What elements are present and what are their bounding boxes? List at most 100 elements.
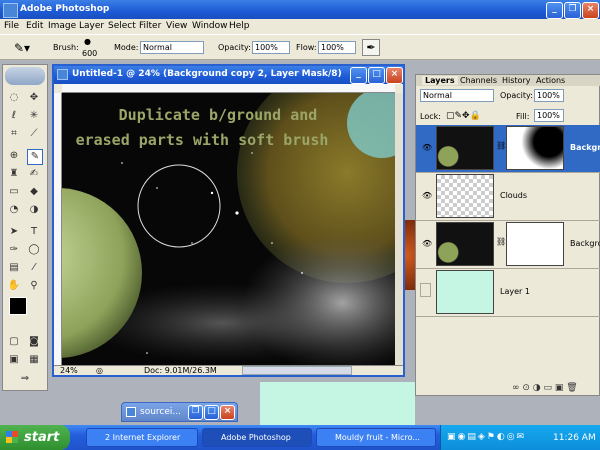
standard-mode-icon[interactable]: ▢: [7, 335, 21, 349]
menu-filter[interactable]: Filter: [139, 21, 161, 31]
min-close-button[interactable]: ×: [220, 405, 235, 420]
foreground-color-swatch[interactable]: [9, 297, 27, 315]
paint-bucket-icon[interactable]: ◆: [27, 185, 41, 199]
restore-button[interactable]: ❐: [564, 2, 581, 19]
canvas-artwork: Duplicate b/ground and erased parts with…: [62, 93, 395, 365]
quickmask-mode-icon[interactable]: ◙: [27, 335, 41, 349]
menu-help[interactable]: Help: [229, 21, 250, 31]
options-bar: ✎▾ Brush: ● 600 Mode: Normal Opacity: 10…: [0, 34, 600, 60]
layer-row-background-copy-2[interactable]: 👁 ⛓ Backgro: [416, 125, 600, 173]
brush-tool-icon[interactable]: ✎▾: [14, 41, 30, 55]
menu-window[interactable]: Window: [192, 21, 228, 31]
eyedropper-tool-icon[interactable]: ⁄: [27, 261, 41, 275]
eye-icon[interactable]: 👁: [422, 143, 432, 152]
eye-icon[interactable]: 👁: [422, 239, 432, 248]
history-brush-icon[interactable]: ✍: [27, 167, 41, 181]
layer-name: Backgro: [570, 239, 600, 248]
blur-tool-icon[interactable]: ◔: [7, 203, 21, 217]
menu-image[interactable]: Image: [48, 21, 76, 31]
start-button[interactable]: start: [0, 425, 70, 450]
min-maximize-button[interactable]: □: [204, 405, 219, 420]
airbrush-icon[interactable]: ✒: [362, 39, 380, 56]
type-tool-icon[interactable]: T: [27, 225, 41, 239]
menu-layer[interactable]: Layer: [79, 21, 104, 31]
link-icon[interactable]: ⛓: [496, 237, 506, 246]
screen-mode-2-icon[interactable]: ▦: [27, 353, 41, 367]
toolbox: ◌ ✥ ℓ ✳ ⌗ ⟋ ⊕ ✎ ♜ ✍ ▭ ◆ ◔ ◑ ➤ T ✑ ◯ ▤ ⁄ …: [2, 64, 48, 391]
close-button[interactable]: ×: [582, 2, 599, 19]
panel-tabs: Layers Channels History Actions: [416, 75, 600, 86]
tab-actions[interactable]: Actions: [536, 76, 565, 85]
layer-thumbnail: [436, 174, 494, 218]
layer-actions-bar[interactable]: ∞ ⊙ ◑ ▭ ▣ 🗑: [512, 383, 598, 395]
zoom-level[interactable]: 24%: [60, 366, 78, 375]
clock: 11:26 AM: [553, 433, 596, 443]
lock-icons[interactable]: ▢✎✥🔒: [446, 111, 481, 121]
hand-tool-icon[interactable]: ✋: [7, 279, 21, 293]
layer-mask-thumbnail: [506, 222, 564, 266]
jump-to-imageready-icon[interactable]: ⇒: [15, 372, 35, 386]
layer-thumbnail: [436, 270, 494, 314]
task-internet-explorer[interactable]: 2 Internet Explorer: [86, 428, 198, 447]
layer-opacity-input[interactable]: 100%: [534, 89, 564, 102]
link-icon[interactable]: ⛓: [496, 141, 506, 150]
blend-mode-value: Normal: [423, 91, 452, 100]
brush-dot-icon[interactable]: ●: [84, 37, 91, 46]
tab-history[interactable]: History: [502, 76, 530, 85]
doc-close-button[interactable]: ×: [386, 67, 403, 84]
tab-channels[interactable]: Channels: [460, 76, 497, 85]
brush-tool-selected-icon[interactable]: ✎: [27, 149, 43, 165]
notes-tool-icon[interactable]: ▤: [7, 261, 21, 275]
flow-input[interactable]: 100%: [318, 41, 356, 54]
layer-row-clouds[interactable]: 👁 Clouds: [416, 173, 600, 221]
dodge-tool-icon[interactable]: ◑: [27, 203, 41, 217]
magic-wand-tool-icon[interactable]: ✳: [27, 109, 41, 123]
brush-size: 600: [82, 49, 98, 58]
shape-tool-icon[interactable]: ◯: [27, 243, 41, 257]
flow-value: 100%: [321, 43, 344, 52]
crop-tool-icon[interactable]: ⌗: [7, 127, 21, 141]
min-restore-button[interactable]: ❐: [188, 405, 203, 420]
task-adobe-photoshop[interactable]: Adobe Photoshop: [202, 428, 312, 447]
task-mouldy-fruit[interactable]: Mouldy fruit - Micro...: [316, 428, 436, 447]
zoom-tool-icon[interactable]: ⚲: [27, 279, 41, 293]
slice-tool-icon[interactable]: ⟋: [27, 127, 41, 141]
menu-edit[interactable]: Edit: [26, 21, 43, 31]
eraser-tool-icon[interactable]: ▭: [7, 185, 21, 199]
layer-row-background[interactable]: 👁 ⛓ Backgro: [416, 221, 600, 269]
menu-view[interactable]: View: [166, 21, 187, 31]
status-arrow-icon[interactable]: ◎: [96, 366, 103, 375]
lasso-tool-icon[interactable]: ℓ: [7, 109, 21, 123]
eye-icon[interactable]: 👁: [422, 191, 432, 200]
vertical-scrollbar[interactable]: [395, 93, 403, 365]
opacity-label: Opacity:: [218, 43, 251, 52]
opacity-input[interactable]: 100%: [252, 41, 290, 54]
doc-maximize-button[interactable]: □: [368, 67, 385, 84]
canvas[interactable]: Duplicate b/ground and erased parts with…: [62, 93, 395, 365]
horizontal-scrollbar[interactable]: [242, 366, 352, 375]
visibility-toggle[interactable]: [420, 283, 431, 297]
stamp-tool-icon[interactable]: ♜: [7, 167, 21, 181]
mode-value: Normal: [143, 43, 172, 52]
layer-row-layer-1[interactable]: Layer 1: [416, 269, 600, 317]
status-bar: 24% ◎ Doc: 9.01M/26.3M: [54, 365, 403, 375]
window-icon: [126, 407, 136, 417]
healing-tool-icon[interactable]: ⊕: [7, 149, 21, 163]
minimized-window[interactable]: sourcei... ❐ □ ×: [121, 402, 238, 422]
mode-select[interactable]: Normal: [140, 41, 204, 54]
canvas-text-line2: erased parts with soft brush: [76, 131, 329, 149]
blend-mode-select[interactable]: Normal: [420, 89, 494, 102]
move-tool-icon[interactable]: ✥: [27, 91, 41, 105]
screen-mode-1-icon[interactable]: ▣: [7, 353, 21, 367]
marquee-tool-icon[interactable]: ◌: [7, 91, 21, 105]
pen-tool-icon[interactable]: ✑: [7, 243, 21, 257]
doc-minimize-button[interactable]: _: [350, 67, 367, 84]
menu-file[interactable]: File: [4, 21, 19, 31]
minimize-button[interactable]: _: [546, 2, 563, 19]
fill-input[interactable]: 100%: [534, 109, 564, 122]
tray-icons[interactable]: ▣◉▤◈⚑◐◎✉: [447, 432, 526, 442]
path-selection-icon[interactable]: ➤: [7, 225, 21, 239]
tab-layers[interactable]: Layers: [422, 76, 458, 85]
taskbar: start 2 Internet Explorer Adobe Photosho…: [0, 425, 600, 450]
menu-select[interactable]: Select: [108, 21, 136, 31]
